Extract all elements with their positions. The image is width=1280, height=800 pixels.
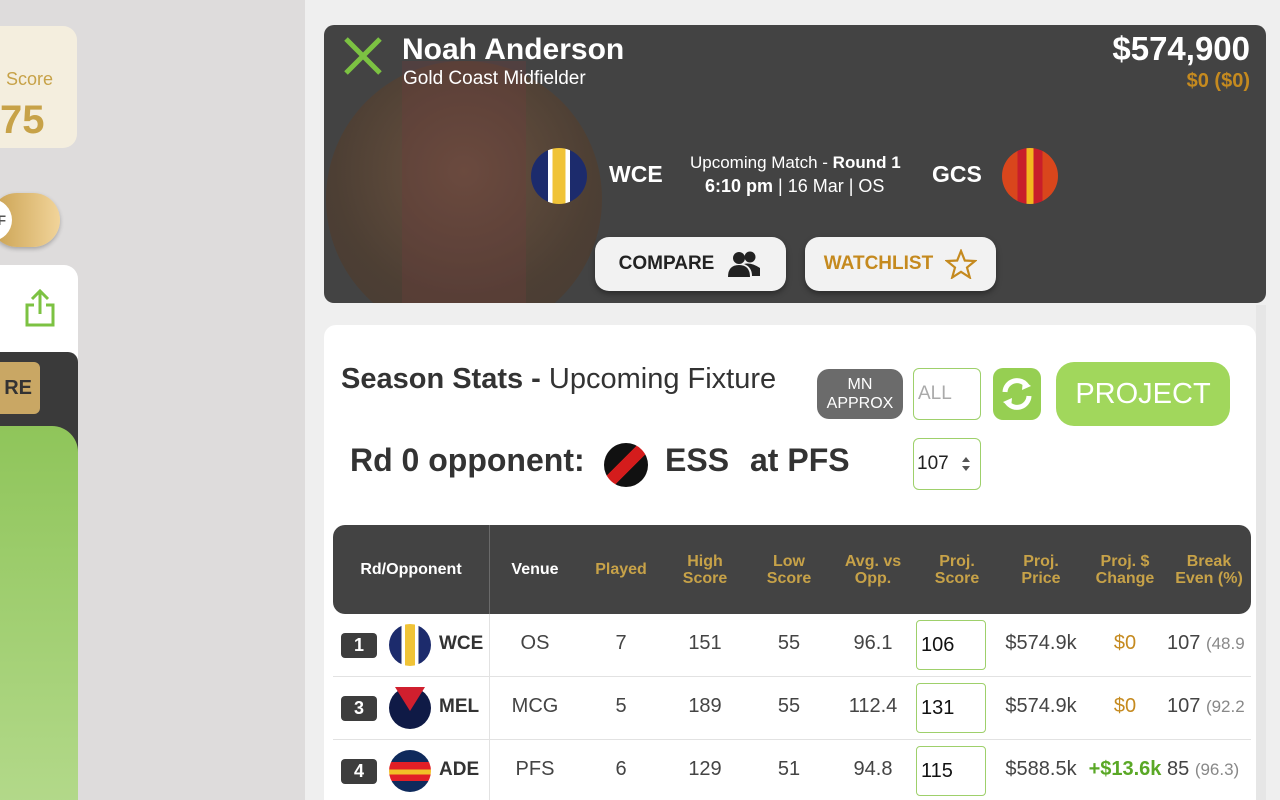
compare-label: COMPARE bbox=[618, 253, 715, 274]
away-team-code: GCS bbox=[932, 161, 982, 187]
venue-cell: OS bbox=[520, 632, 550, 654]
mn-approx-button[interactable]: MN APPROX bbox=[817, 369, 903, 419]
header-played[interactable]: Played bbox=[579, 525, 663, 614]
venue-cell: PFS bbox=[515, 758, 555, 780]
match-details: 6:10 pm | 16 Mar | OS bbox=[705, 176, 885, 196]
proj-change-cell: +$13.6k bbox=[1088, 758, 1162, 780]
stats-table-header: Rd/Opponent Venue Played High Score Low Sc… bbox=[333, 525, 1251, 614]
header-avg-vs-opp[interactable]: Avg. vs Opp. bbox=[831, 525, 915, 614]
team-logo bbox=[389, 687, 431, 729]
high-score-cell: 129 bbox=[688, 758, 722, 780]
player-price: $574,900 bbox=[1112, 30, 1250, 67]
refresh-button[interactable] bbox=[993, 368, 1041, 420]
project-button[interactable]: PROJECT bbox=[1056, 362, 1230, 426]
proj-change-cell: $0 bbox=[1113, 632, 1137, 654]
proj-price-cell: $588.5k bbox=[1005, 758, 1077, 780]
row-divider bbox=[489, 614, 490, 677]
match-time: 6:10 pm bbox=[705, 176, 774, 196]
watchlist-label: WATCHLIST bbox=[823, 253, 934, 274]
share-icon[interactable] bbox=[24, 288, 56, 328]
toggle-knob[interactable]: FF bbox=[0, 199, 12, 241]
player-subtitle: Gold Coast Midfielder bbox=[403, 68, 586, 89]
re-button[interactable]: RE bbox=[0, 362, 40, 414]
table-row[interactable]: 1 WCE OS 7 151 55 96.1 106 $574.9k $0 10… bbox=[333, 614, 1251, 677]
avg-cell: 112.4 bbox=[848, 695, 898, 717]
table-row[interactable]: 4 ADE PFS 6 129 51 94.8 115 $588.5k +$13… bbox=[333, 740, 1251, 800]
season-stats-card: Season Stats - Upcoming Fixture MN APPRO… bbox=[324, 325, 1256, 800]
proj-price-cell: $574.9k bbox=[1005, 695, 1077, 717]
compare-button[interactable]: COMPARE bbox=[595, 237, 786, 291]
played-cell: 7 bbox=[615, 632, 627, 654]
proj-score-input[interactable]: 115 bbox=[916, 746, 986, 796]
spinner-arrows-icon[interactable] bbox=[960, 453, 972, 475]
player-card: Noah Anderson Gold Coast Midfielder $574… bbox=[324, 25, 1266, 303]
break-even-cell: 107 (48.9 bbox=[1167, 632, 1245, 654]
match-round: Round 1 bbox=[832, 153, 901, 172]
venue-cell: MCG bbox=[511, 695, 559, 717]
row-divider bbox=[489, 740, 490, 800]
header-high-score[interactable]: High Score bbox=[663, 525, 747, 614]
proj-price-cell: $574.9k bbox=[1005, 632, 1077, 654]
header-low-score[interactable]: Low Score bbox=[747, 525, 831, 614]
home-team-logo bbox=[531, 148, 587, 204]
break-even-cell: 85 (96.3) bbox=[1167, 758, 1240, 780]
player-name: Noah Anderson bbox=[402, 33, 625, 66]
home-team-code: WCE bbox=[609, 161, 663, 187]
played-cell: 6 bbox=[615, 758, 627, 780]
table-row[interactable]: 3 MEL MCG 5 189 55 112.4 131 $574.9k $0 … bbox=[333, 677, 1251, 740]
break-even-cell: 107 (92.2 bbox=[1167, 695, 1245, 717]
proj-score-input[interactable]: 106 bbox=[916, 620, 986, 670]
score-value: 75 bbox=[0, 98, 45, 142]
opponent-label: Rd 0 opponent: bbox=[350, 442, 585, 478]
avg-cell: 96.1 bbox=[853, 632, 893, 654]
watchlist-button[interactable]: WATCHLIST bbox=[805, 237, 996, 291]
round-number: 1 bbox=[341, 633, 377, 658]
played-cell: 5 bbox=[615, 695, 627, 717]
avg-cell: 94.8 bbox=[853, 758, 893, 780]
high-score-cell: 151 bbox=[688, 632, 722, 654]
proj-change-cell: $0 bbox=[1113, 695, 1137, 717]
toggle-switch[interactable]: FF bbox=[0, 193, 60, 247]
header-proj-change[interactable]: Proj. $ Change bbox=[1083, 525, 1167, 614]
filter-input[interactable]: ALL bbox=[913, 368, 981, 420]
price-change: $0 ($0) bbox=[1186, 70, 1250, 92]
header-divider bbox=[489, 525, 490, 614]
opponent-logo bbox=[604, 443, 648, 487]
high-score-cell: 189 bbox=[688, 695, 722, 717]
users-icon bbox=[728, 251, 761, 277]
away-team-logo bbox=[1002, 148, 1058, 204]
team-logo bbox=[389, 624, 431, 666]
opponent-number-input[interactable]: 107 bbox=[913, 438, 981, 490]
header-proj-price[interactable]: Proj. Price bbox=[999, 525, 1083, 614]
low-score-cell: 55 bbox=[777, 695, 801, 717]
row-divider bbox=[489, 677, 490, 740]
low-score-cell: 51 bbox=[777, 758, 801, 780]
team-logo bbox=[389, 750, 431, 792]
team-code: MEL bbox=[439, 696, 480, 717]
round-number: 4 bbox=[341, 759, 377, 784]
scrollbar[interactable] bbox=[1256, 305, 1266, 800]
header-venue[interactable]: Venue bbox=[493, 525, 577, 614]
star-icon bbox=[945, 249, 978, 279]
header-rd-opponent[interactable]: Rd/Opponent bbox=[333, 525, 489, 614]
round-number: 3 bbox=[341, 696, 377, 721]
green-panel bbox=[0, 426, 78, 800]
header-proj-score[interactable]: Proj. Score bbox=[915, 525, 999, 614]
opponent-code: ESS bbox=[665, 442, 730, 478]
team-code: WCE bbox=[439, 633, 484, 654]
close-icon[interactable] bbox=[342, 35, 384, 77]
team-code: ADE bbox=[439, 759, 480, 780]
low-score-cell: 55 bbox=[777, 632, 801, 654]
stats-title: Season Stats - Upcoming Fixture bbox=[341, 363, 777, 395]
upcoming-match-label: Upcoming Match - Round 1 bbox=[690, 153, 901, 172]
opponent-venue: at PFS bbox=[750, 442, 850, 478]
score-label: Score bbox=[6, 69, 54, 89]
header-break-even[interactable]: Break Even (%) bbox=[1167, 525, 1251, 614]
score-card: Score 75 bbox=[0, 26, 77, 148]
proj-score-input[interactable]: 131 bbox=[916, 683, 986, 733]
refresh-icon bbox=[1002, 378, 1032, 410]
